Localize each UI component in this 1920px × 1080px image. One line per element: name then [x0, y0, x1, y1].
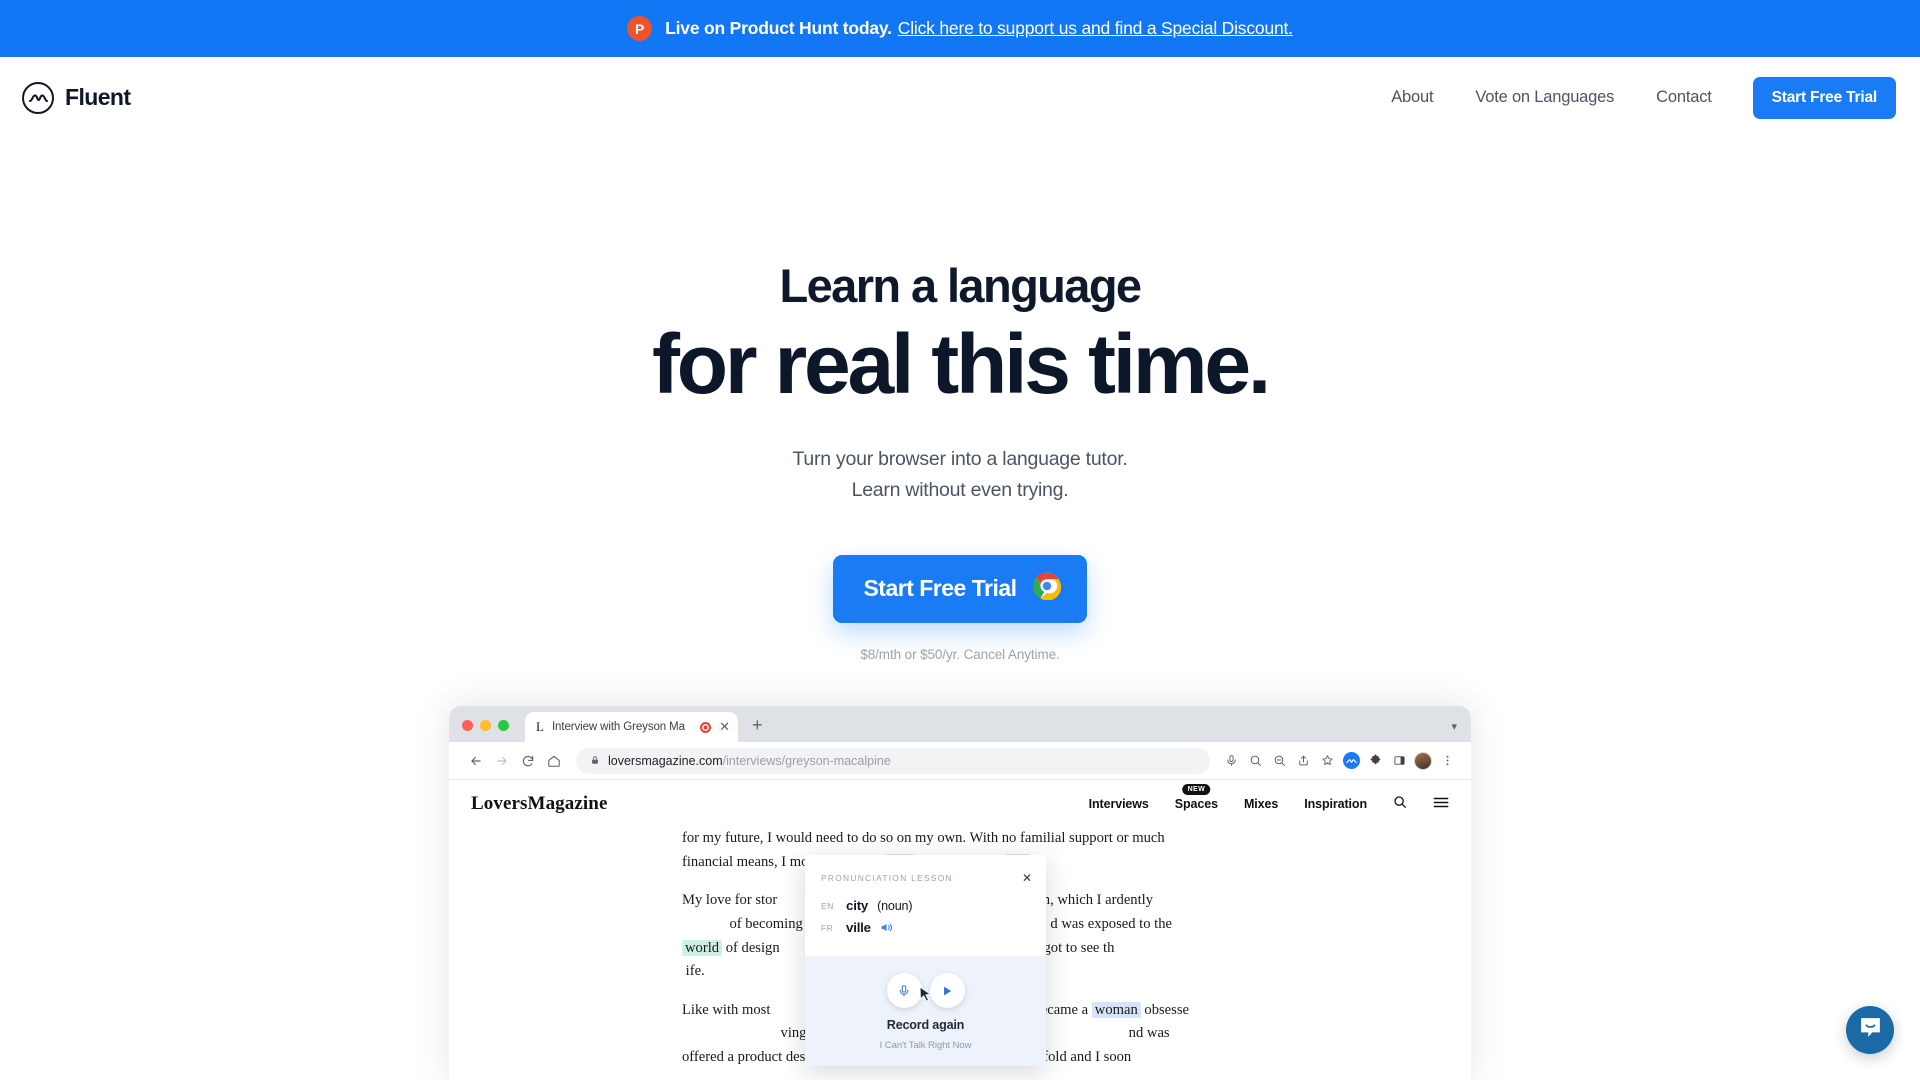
product-hunt-badge-letter: P — [634, 20, 645, 37]
hero-subtitle: Turn your browser into a language tutor.… — [0, 444, 1920, 504]
pronunciation-lesson-card: PRONUNCIATION LESSON ✕ EN city (noun) FR… — [805, 855, 1046, 1066]
tab-favicon: L — [536, 719, 544, 734]
nav-link-contact[interactable]: Contact — [1635, 88, 1732, 107]
hero-cta-wrapper: Start Free Trial — [0, 554, 1920, 623]
extensions-puzzle-icon[interactable] — [1363, 749, 1387, 773]
price-note: $8/mth or $50/yr. Cancel Anytime. — [860, 646, 1060, 662]
article-text: d was exposed to the — [1050, 915, 1173, 932]
lesson-card-kicker: PRONUNCIATION LESSON — [821, 873, 953, 883]
record-buttons — [805, 973, 1046, 1008]
minimize-window-dot-icon[interactable] — [480, 720, 491, 731]
tab-title: Interview with Greyson Ma — [551, 721, 685, 733]
side-panel-icon[interactable] — [1387, 749, 1411, 773]
mock-site-logo[interactable]: LoversMagazine — [471, 793, 607, 815]
article-text: My love for stor — [682, 892, 778, 909]
hero-subtitle-line1: Turn your browser into a language tutor. — [792, 448, 1128, 471]
lesson-pos-en: (noun) — [877, 898, 913, 913]
profile-avatar[interactable] — [1411, 749, 1435, 773]
mock-nav-inspiration[interactable]: Inspiration — [1304, 797, 1367, 811]
article-text: obsesse — [1140, 1001, 1189, 1018]
lesson-lang-tag-fr: FR — [821, 922, 834, 933]
microphone-icon[interactable] — [1219, 749, 1243, 773]
article-text: Like with most — [682, 1001, 775, 1018]
mock-nav-spaces-label: Spaces — [1174, 796, 1218, 811]
hero-section: Learn a language for real this time. Tur… — [0, 138, 1920, 662]
chevron-down-icon[interactable]: ▾ — [1451, 720, 1457, 733]
hero-headline-line1: Learn a language — [779, 259, 1143, 312]
close-window-dot-icon[interactable] — [462, 720, 473, 731]
browser-tab[interactable]: L Interview with Greyson Ma ✕ — [525, 712, 738, 742]
nav-link-about[interactable]: About — [1370, 88, 1454, 107]
browser-tab-bar: L Interview with Greyson Ma ✕ + ▾ — [449, 706, 1471, 742]
close-icon[interactable]: ✕ — [719, 719, 730, 735]
play-icon[interactable] — [929, 973, 965, 1008]
chat-launcher-button[interactable] — [1846, 1006, 1894, 1054]
url-input[interactable]: loversmagazine.com/interviews/greyson-ma… — [576, 747, 1210, 774]
browser-url-bar: loversmagazine.com/interviews/greyson-ma… — [449, 742, 1471, 780]
three-dot-menu-icon[interactable] — [1435, 749, 1459, 773]
new-badge: NEW — [1182, 783, 1211, 795]
mock-nav-mixes[interactable]: Mixes — [1244, 797, 1278, 811]
record-panel: Record again I Can't Talk Right Now — [805, 956, 1046, 1066]
brand-name: Fluent — [65, 84, 131, 110]
hero-cta-label: Start Free Trial — [863, 575, 1017, 602]
zoom-in-icon[interactable] — [1243, 749, 1267, 773]
url-path: /interviews/greyson-macalpine — [722, 753, 891, 768]
site-header: Fluent About Vote on Languages Contact S… — [0, 57, 1920, 138]
product-hunt-badge-icon: P — [627, 16, 653, 41]
mock-site-header: LoversMagazine Interviews NEW Spaces Mix… — [471, 780, 1449, 827]
article-text: of design — [722, 939, 780, 956]
lesson-lang-tag-en: EN — [821, 900, 834, 911]
speaker-icon[interactable] — [880, 922, 893, 933]
close-icon[interactable]: ✕ — [1022, 872, 1032, 884]
back-arrow-icon[interactable] — [463, 748, 489, 774]
highlighted-word-world[interactable]: world — [682, 939, 723, 956]
recording-dot-icon[interactable] — [700, 721, 712, 733]
brand-logo[interactable]: Fluent — [22, 81, 131, 114]
share-icon[interactable] — [1291, 749, 1315, 773]
cant-talk-link[interactable]: I Can't Talk Right Now — [805, 1040, 1046, 1051]
forward-arrow-icon[interactable] — [489, 748, 515, 774]
fluent-extension-icon[interactable] — [1339, 749, 1363, 773]
bookmark-star-icon[interactable] — [1315, 749, 1339, 773]
highlighted-word-woman[interactable]: woman — [1091, 1001, 1141, 1018]
record-again-label: Record again — [886, 1018, 965, 1032]
chat-bubble-icon — [1858, 1015, 1883, 1045]
promo-text: Live on Product Hunt today. Click here t… — [665, 18, 1293, 39]
fluent-circle-wave-logo-icon — [22, 81, 54, 114]
microphone-icon[interactable] — [886, 973, 922, 1008]
header-start-free-trial-button[interactable]: Start Free Trial — [1752, 76, 1896, 119]
lesson-word-fr: ville — [846, 920, 871, 935]
search-icon[interactable] — [1393, 795, 1407, 812]
mock-site-nav: Interviews NEW Spaces Mixes Inspiration — [1089, 783, 1449, 812]
mock-nav-interviews[interactable]: Interviews — [1089, 797, 1149, 811]
zoom-out-icon[interactable] — [1267, 749, 1291, 773]
lesson-row-fr: FR ville — [821, 920, 1030, 935]
promo-banner[interactable]: P Live on Product Hunt today. Click here… — [0, 0, 1920, 57]
hero-start-free-trial-button[interactable]: Start Free Trial — [833, 554, 1087, 623]
nav-link-vote-on-languages[interactable]: Vote on Languages — [1454, 88, 1635, 107]
mock-nav-spaces[interactable]: NEW Spaces — [1174, 783, 1218, 811]
lesson-card-header: PRONUNCIATION LESSON ✕ — [805, 855, 1046, 893]
url-host: loversmagazine.com — [608, 753, 723, 768]
lesson-word-en: city — [846, 898, 869, 913]
url-text: loversmagazine.com/interviews/greyson-ma… — [608, 754, 891, 768]
hero-subtitle-line2: Learn without even trying. — [851, 478, 1069, 501]
home-icon[interactable] — [541, 748, 567, 774]
promo-link[interactable]: Click here to support us and find a Spec… — [898, 18, 1293, 39]
promo-headline: Live on Product Hunt today. — [665, 18, 892, 38]
chrome-icon — [1032, 572, 1061, 606]
hero-headline-line2: for real this time. — [651, 317, 1271, 412]
lock-icon — [590, 754, 600, 768]
reload-icon[interactable] — [515, 748, 541, 774]
hamburger-menu-icon[interactable] — [1433, 796, 1449, 812]
lesson-translation-rows: EN city (noun) FR ville — [805, 893, 1046, 956]
article-text: ife. — [685, 963, 705, 980]
maximize-window-dot-icon[interactable] — [498, 720, 509, 731]
new-tab-button[interactable]: + — [744, 715, 769, 742]
main-nav: About Vote on Languages Contact Start Fr… — [1370, 76, 1896, 119]
window-traffic-lights — [462, 720, 509, 742]
lesson-row-en: EN city (noun) — [821, 898, 1030, 913]
